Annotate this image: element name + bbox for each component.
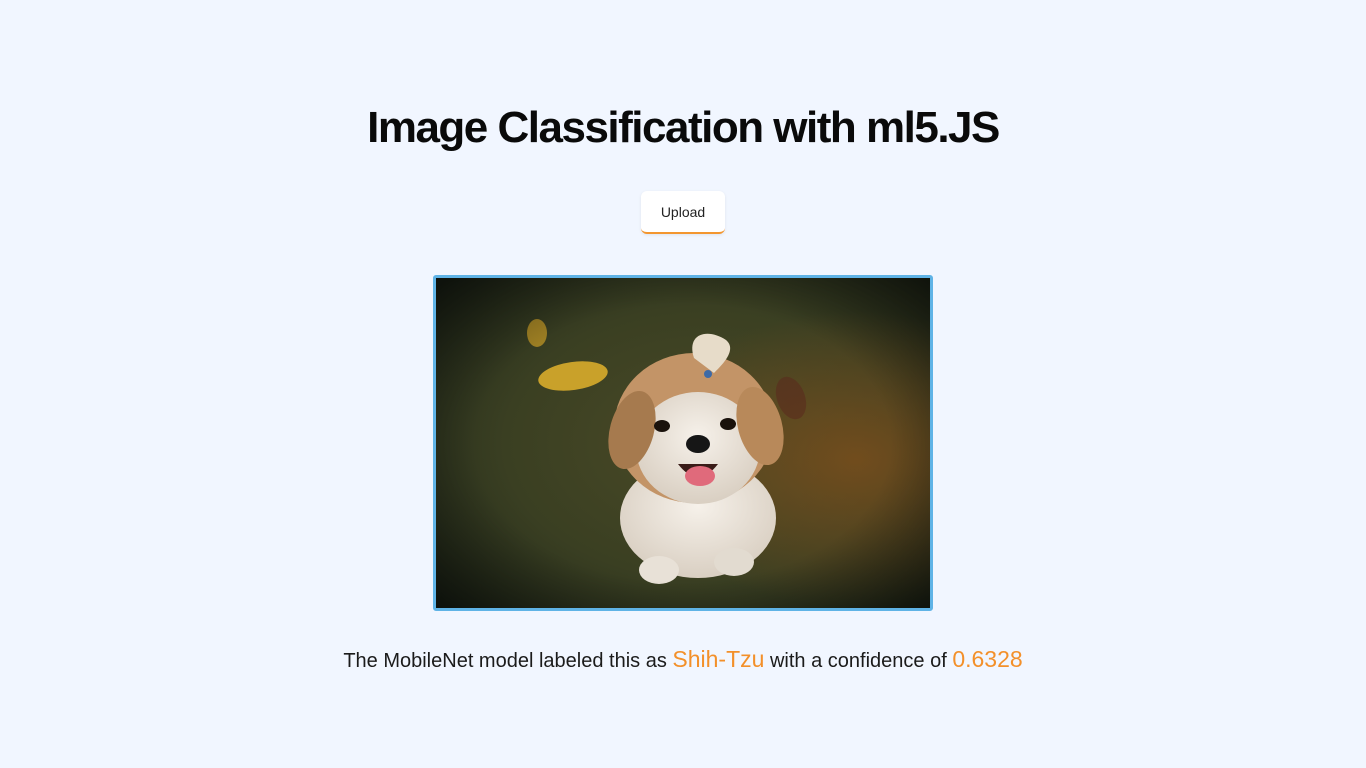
app-page: Image Classification with ml5.JS Upload	[0, 0, 1366, 768]
upload-button[interactable]: Upload	[641, 191, 725, 234]
result-confidence: 0.6328	[952, 646, 1023, 672]
classification-result: The MobileNet model labeled this as Shih…	[0, 645, 1366, 675]
result-middle: with a confidence of	[764, 650, 953, 672]
page-title: Image Classification with ml5.JS	[367, 103, 1000, 152]
dog-photo	[436, 278, 930, 608]
result-label: Shih-Tzu	[672, 646, 765, 672]
classified-image	[433, 275, 933, 611]
result-prefix: The MobileNet model labeled this as	[343, 650, 673, 672]
